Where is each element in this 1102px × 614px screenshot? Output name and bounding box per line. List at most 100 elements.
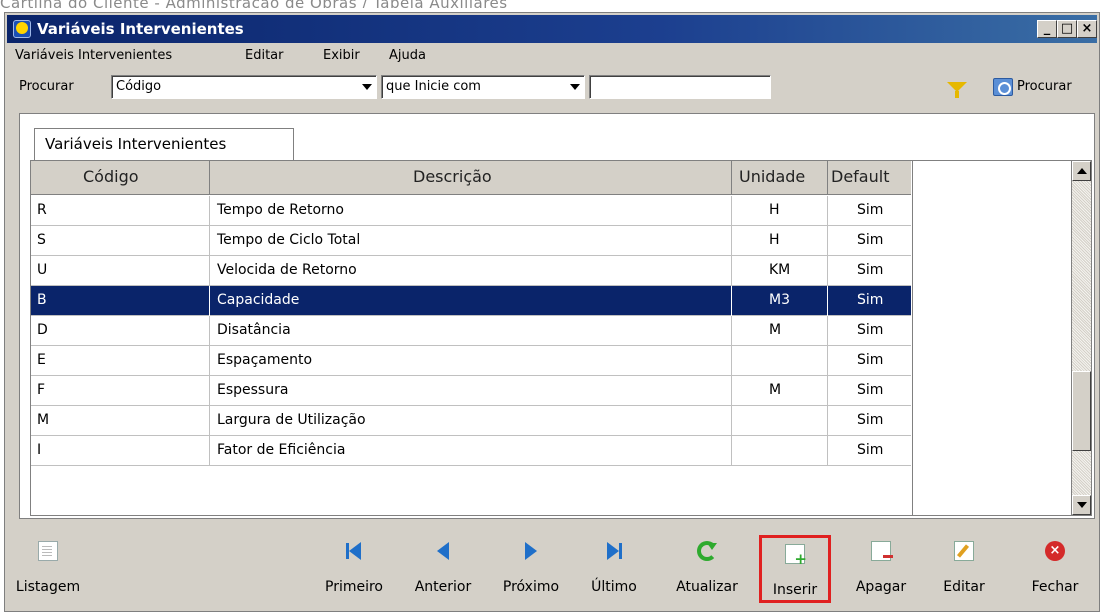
cell-codigo: U [37, 262, 48, 278]
maximize-button[interactable]: □ [1057, 20, 1077, 38]
fechar-label: Fechar [1031, 579, 1079, 595]
search-icon [993, 78, 1013, 96]
table-row[interactable]: S Tempo de Ciclo Total H Sim [31, 226, 911, 256]
page-caption: Cartilha do Cliente - Administração de O… [0, 0, 1102, 8]
fechar-button[interactable]: × Fechar [1023, 535, 1087, 603]
next-icon [521, 541, 541, 561]
table-row[interactable]: U Velocida de Retorno KM Sim [31, 256, 911, 286]
atualizar-label: Atualizar [676, 579, 738, 595]
inserir-label: Inserir [772, 582, 818, 598]
column-header-descricao[interactable]: Descrição [413, 167, 492, 186]
previous-icon [433, 541, 453, 561]
grid-empty-area [912, 161, 1070, 515]
table-row[interactable]: E Espaçamento Sim [31, 346, 911, 376]
cell-codigo: S [37, 232, 46, 248]
cell-unidade: M3 [769, 292, 790, 308]
cell-descricao: Tempo de Retorno [217, 202, 344, 218]
cell-codigo: D [37, 322, 48, 338]
cell-default: Sim [857, 232, 884, 248]
table-row[interactable]: R Tempo de Retorno H Sim [31, 196, 911, 226]
cell-unidade: H [769, 232, 780, 248]
anterior-button[interactable]: Anterior [407, 535, 479, 603]
primeiro-label: Primeiro [325, 579, 383, 595]
filter-icon[interactable] [947, 82, 967, 98]
cell-default: Sim [857, 442, 884, 458]
cell-default: Sim [857, 412, 884, 428]
cell-descricao: Capacidade [217, 292, 300, 308]
table-row[interactable]: M Largura de Utilização Sim [31, 406, 911, 436]
cell-default: Sim [857, 382, 884, 398]
document-icon [38, 541, 58, 561]
search-field-value: Código [116, 79, 162, 94]
column-header-default[interactable]: Default [831, 167, 889, 186]
cell-default: Sim [857, 352, 884, 368]
data-grid: Código Descrição Unidade Default R Tempo … [30, 160, 1092, 516]
table-row[interactable]: B Capacidade M3 Sim [31, 286, 911, 316]
cell-unidade: M [769, 382, 782, 398]
edit-icon [954, 541, 974, 561]
cell-unidade: M [769, 322, 782, 338]
cell-descricao: Espessura [217, 382, 289, 398]
grid-header: Código Descrição Unidade Default [31, 161, 911, 195]
cell-default: Sim [857, 322, 884, 338]
minimize-button[interactable]: _ [1037, 20, 1057, 38]
proximo-label: Próximo [502, 579, 560, 595]
apagar-button[interactable]: Apagar [845, 535, 917, 603]
cell-codigo: B [37, 292, 47, 308]
search-button-label: Procurar [1017, 79, 1072, 94]
search-label: Procurar [19, 79, 74, 94]
delete-icon [871, 541, 893, 561]
cell-codigo: E [37, 352, 46, 368]
titlebar: Variáveis Intervenientes _ □ × [7, 15, 1097, 43]
close-icon: × [1045, 541, 1065, 561]
tab-label: Variáveis Intervenientes [45, 135, 227, 153]
inserir-button[interactable]: Inserir [759, 535, 831, 603]
first-icon [344, 541, 364, 561]
menu-exibir[interactable]: Exibir [323, 48, 360, 63]
menu-variaveis-intervenientes[interactable]: Variáveis Intervenientes [15, 48, 172, 63]
proximo-button[interactable]: Próximo [495, 535, 567, 603]
cell-descricao: Fator de Eficiência [217, 442, 346, 458]
cell-codigo: I [37, 442, 42, 458]
vertical-scrollbar[interactable] [1071, 161, 1091, 515]
close-window-button[interactable]: × [1077, 20, 1097, 38]
arrow-down-icon [1077, 502, 1087, 508]
chevron-down-icon [362, 84, 372, 90]
cell-default: Sim [857, 202, 884, 218]
tab-variaveis-intervenientes[interactable]: Variáveis Intervenientes [34, 128, 294, 160]
cell-unidade: H [769, 202, 780, 218]
table-row[interactable]: I Fator de Eficiência Sim [31, 436, 911, 466]
cell-descricao: Largura de Utilização [217, 412, 366, 428]
search-text-input[interactable] [589, 75, 771, 99]
column-header-codigo[interactable]: Código [83, 167, 139, 186]
ultimo-button[interactable]: Último [583, 535, 645, 603]
cell-descricao: Disatância [217, 322, 291, 338]
table-row[interactable]: F Espessura M Sim [31, 376, 911, 406]
refresh-icon [697, 541, 717, 561]
cell-codigo: F [37, 382, 46, 398]
scroll-down-button[interactable] [1072, 495, 1091, 515]
search-button[interactable]: Procurar [993, 76, 1095, 100]
listagem-button[interactable]: Listagem [13, 535, 83, 603]
cell-descricao: Espaçamento [217, 352, 313, 368]
atualizar-button[interactable]: Atualizar [667, 535, 747, 603]
table-row[interactable]: D Disatância M Sim [31, 316, 911, 346]
cell-codigo: R [37, 202, 47, 218]
search-condition-select[interactable]: que Inicie com [381, 75, 585, 99]
scroll-up-button[interactable] [1072, 161, 1091, 181]
insert-icon [785, 544, 807, 568]
search-condition-value: que Inicie com [386, 79, 481, 94]
menu-ajuda[interactable]: Ajuda [389, 48, 426, 63]
editar-button[interactable]: Editar [933, 535, 995, 603]
search-field-select[interactable]: Código [111, 75, 377, 99]
column-header-unidade[interactable]: Unidade [739, 167, 805, 186]
scroll-thumb[interactable] [1072, 371, 1091, 451]
window: Variáveis Intervenientes _ □ × Variáveis… [4, 12, 1100, 612]
menu-editar[interactable]: Editar [245, 48, 284, 63]
app-icon [13, 20, 31, 38]
chevron-down-icon [570, 84, 580, 90]
cell-default: Sim [857, 262, 884, 278]
last-icon [604, 541, 624, 561]
primeiro-button[interactable]: Primeiro [323, 535, 385, 603]
cell-descricao: Tempo de Ciclo Total [217, 232, 361, 248]
